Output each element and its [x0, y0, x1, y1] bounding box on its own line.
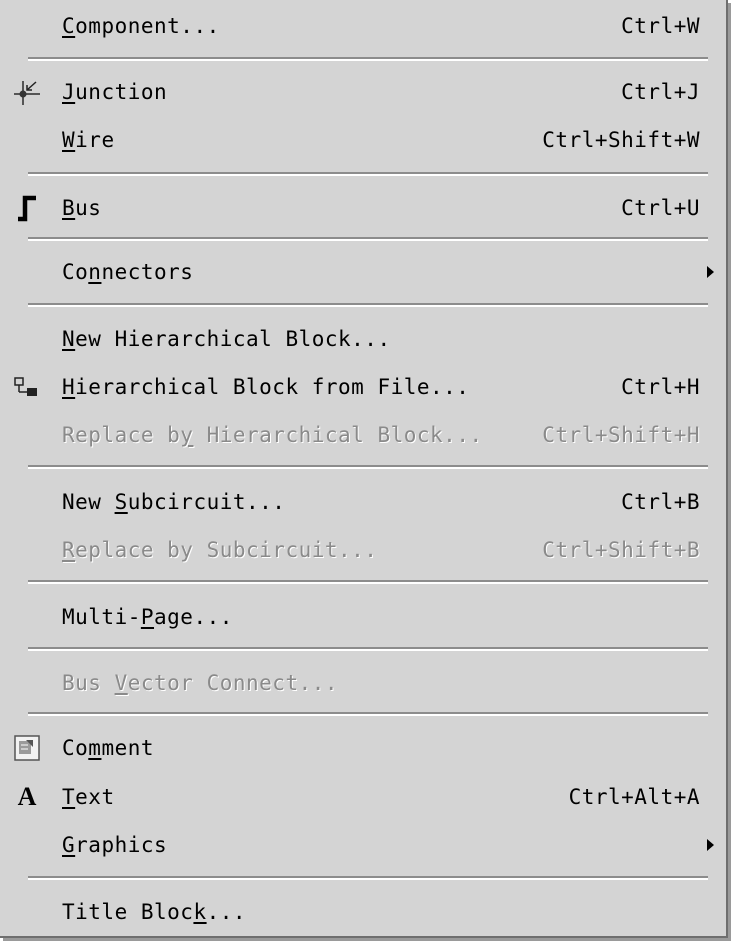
- menu-item-connectors[interactable]: Connectors: [0, 250, 726, 294]
- menu-item-bus[interactable]: Bus Ctrl+U: [0, 186, 726, 230]
- menu-separator: [28, 303, 708, 307]
- menu-item-label: Multi-Page...: [62, 605, 233, 629]
- comment-icon: [10, 731, 44, 765]
- menu-separator: [28, 237, 708, 241]
- menu-item-label: Junction: [62, 80, 168, 104]
- menu-item-component[interactable]: Component... Ctrl+W: [0, 4, 726, 48]
- menu-item-label: New Subcircuit...: [62, 490, 286, 514]
- junction-icon: [10, 75, 44, 109]
- menu-item-label: Bus: [62, 196, 102, 220]
- menu-item-wire[interactable]: Wire Ctrl+Shift+W: [0, 118, 726, 162]
- menu-item-label: Replace by Hierarchical Block...: [62, 423, 483, 447]
- menu-item-label: New Hierarchical Block...: [62, 327, 391, 351]
- submenu-arrow-icon: [707, 839, 714, 851]
- shortcut-label: Ctrl+Shift+H: [542, 423, 700, 447]
- menu-separator: [28, 465, 708, 469]
- menu-item-label: Component...: [62, 14, 220, 38]
- menu-separator: [28, 647, 708, 651]
- menu-item-label: Bus Vector Connect...: [62, 671, 339, 695]
- menu-item-label: Connectors: [62, 260, 194, 284]
- menu-item-replace-by-subcircuit: Replace by Subcircuit... Ctrl+Shift+B: [0, 528, 726, 572]
- menu-item-label: Comment: [62, 736, 155, 760]
- menu-item-label: Graphics: [62, 833, 168, 857]
- place-menu: Component... Ctrl+W Junction Ctrl+J Wire…: [0, 0, 728, 938]
- menu-item-graphics[interactable]: Graphics: [0, 823, 726, 867]
- shortcut-label: Ctrl+Shift+W: [542, 128, 700, 152]
- menu-item-new-subcircuit[interactable]: New Subcircuit... Ctrl+B: [0, 480, 726, 524]
- menu-separator: [28, 172, 708, 176]
- shortcut-label: Ctrl+U: [621, 196, 700, 220]
- bus-icon: [10, 191, 44, 225]
- menu-item-label: Wire: [62, 128, 115, 152]
- submenu-arrow-icon: [707, 266, 714, 278]
- menu-item-text[interactable]: A Text Ctrl+Alt+A: [0, 775, 726, 819]
- text-icon: A: [17, 782, 37, 811]
- menu-item-bus-vector-connect: Bus Vector Connect...: [0, 661, 726, 705]
- menu-item-replace-by-hierarchical-block: Replace by Hierarchical Block... Ctrl+Sh…: [0, 413, 726, 457]
- menu-item-comment[interactable]: Comment: [0, 726, 726, 770]
- menu-separator: [28, 712, 708, 716]
- menu-item-label: Text: [62, 785, 115, 809]
- shortcut-label: Ctrl+H: [621, 375, 700, 399]
- menu-separator: [28, 580, 708, 584]
- menu-item-junction[interactable]: Junction Ctrl+J: [0, 70, 726, 114]
- menu-item-label: Replace by Subcircuit...: [62, 538, 378, 562]
- menu-item-multi-page[interactable]: Multi-Page...: [0, 595, 726, 639]
- shortcut-label: Ctrl+J: [621, 80, 700, 104]
- menu-item-hierarchical-block-from-file[interactable]: Hierarchical Block from File... Ctrl+H: [0, 365, 726, 409]
- shortcut-label: Ctrl+Shift+B: [542, 538, 700, 562]
- hierarchical-block-icon: [10, 370, 44, 404]
- menu-separator: [28, 57, 708, 61]
- shortcut-label: Ctrl+Alt+A: [568, 785, 700, 809]
- shortcut-label: Ctrl+W: [621, 14, 700, 38]
- menu-item-label: Title Block...: [62, 900, 247, 924]
- shortcut-label: Ctrl+B: [621, 490, 700, 514]
- menu-item-new-hierarchical-block[interactable]: New Hierarchical Block...: [0, 317, 726, 361]
- menu-separator: [28, 876, 708, 880]
- menu-item-label: Hierarchical Block from File...: [62, 375, 470, 399]
- menu-item-title-block[interactable]: Title Block...: [0, 890, 726, 934]
